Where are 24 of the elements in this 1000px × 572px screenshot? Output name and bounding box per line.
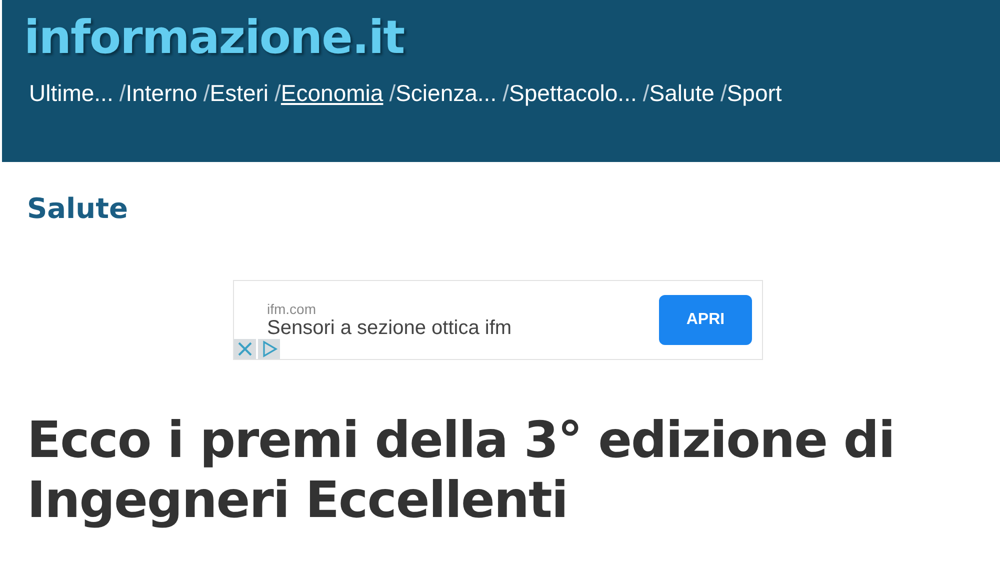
nav-separator: / [642, 80, 650, 106]
article-headline: Ecco i premi della 3° edizione di Ingegneri Eccellenti [27, 410, 896, 530]
nav-link[interactable]: Ultime... [29, 80, 114, 106]
ad-banner[interactable]: ifm.com Sensori a sezione ottica ifm APRI [233, 280, 763, 360]
nav-link[interactable]: Scienza... [396, 80, 497, 106]
section-title[interactable]: Salute [27, 192, 128, 225]
nav-separator: / [502, 80, 509, 106]
nav-separator: / [203, 80, 210, 106]
nav-separator: / [274, 80, 281, 106]
nav-link[interactable]: Sport [726, 80, 782, 106]
nav-separator: / [389, 80, 396, 106]
open-button[interactable]: APRI [659, 295, 752, 345]
nav-link[interactable]: Salute [649, 80, 714, 106]
nav-link[interactable]: Interno [126, 80, 198, 106]
nav-link[interactable]: Economia [280, 80, 384, 106]
nav-link[interactable]: Spettacolo... [508, 80, 637, 106]
nav-separator: / [720, 80, 727, 106]
nav-link[interactable]: Esteri [210, 80, 269, 106]
close-icon[interactable] [234, 339, 256, 359]
site-logo[interactable]: informazione.it [24, 14, 404, 60]
play-icon[interactable] [258, 339, 280, 359]
nav-separator: / [119, 80, 126, 106]
ad-text: Sensori a sezione ottica ifm [267, 316, 512, 340]
ad-domain: ifm.com [267, 300, 316, 316]
